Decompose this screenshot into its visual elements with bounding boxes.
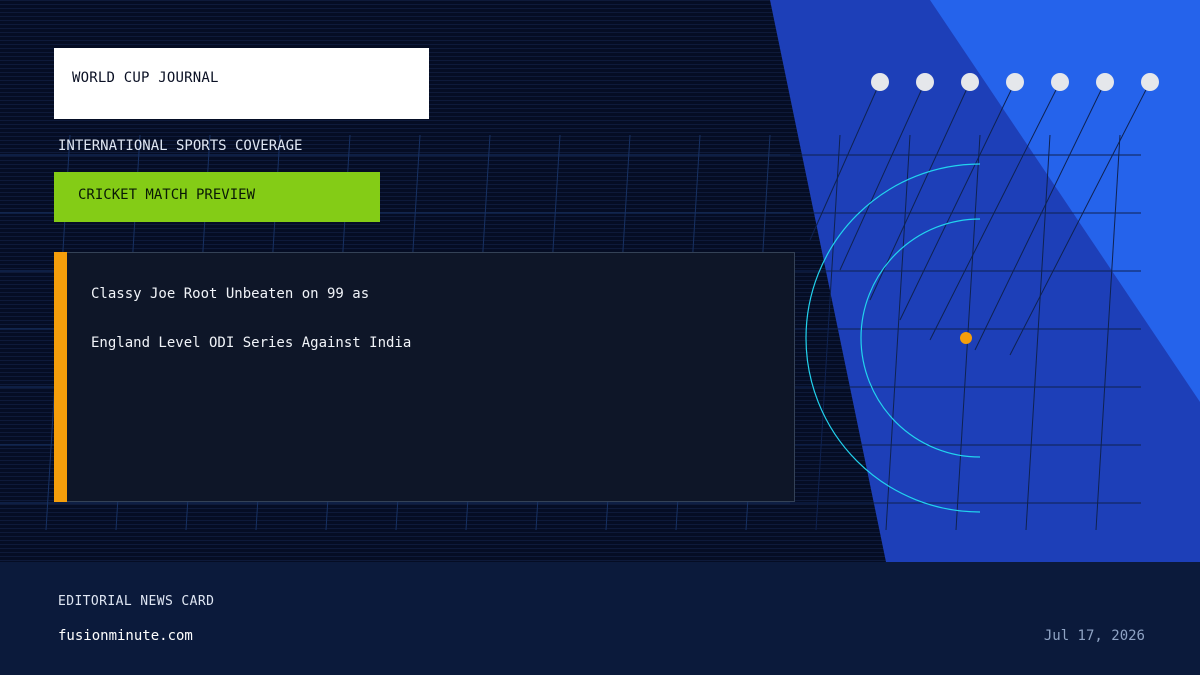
category-tag-label: CRICKET MATCH PREVIEW [78, 187, 256, 203]
headline-line-2: England Level ODI Series Against India [91, 335, 412, 351]
headline-accent-bar [54, 252, 67, 502]
headline-line-1: Classy Joe Root Unbeaten on 99 as [91, 286, 370, 302]
brand-name: WORLD CUP JOURNAL [72, 70, 219, 86]
news-card: WORLD CUP JOURNAL INTERNATIONAL SPORTS C… [0, 0, 1200, 675]
section-kicker: INTERNATIONAL SPORTS COVERAGE [58, 138, 303, 154]
footer [0, 562, 1200, 675]
ball-dot [960, 332, 972, 344]
footer-label: EDITORIAL NEWS CARD [58, 594, 215, 609]
publish-date: Jul 17, 2026 [1043, 628, 1145, 644]
site-name: fusionminute.com [58, 628, 193, 644]
